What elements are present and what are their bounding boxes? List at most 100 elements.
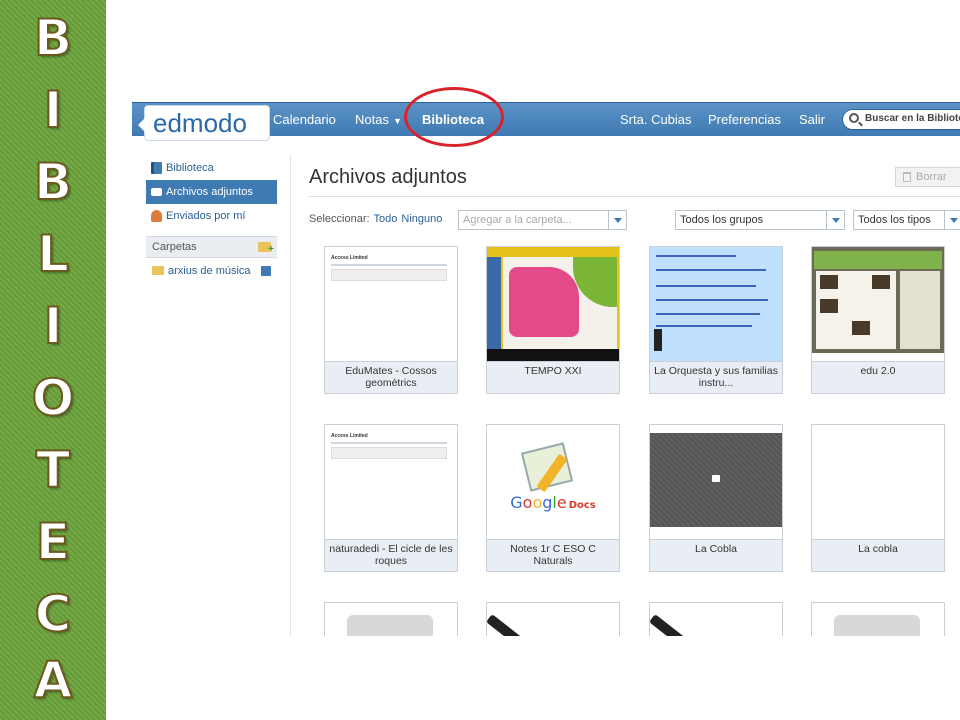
page-title: Archivos adjuntos — [309, 166, 467, 188]
search-input[interactable]: Buscar en la Biblioteca — [842, 109, 960, 130]
nav-preferencias[interactable]: Preferencias — [708, 112, 781, 127]
sidebar-item-label: Enviados por mí — [166, 210, 246, 222]
file-card[interactable]: Google Docs Notes 1r C ESO C Naturals — [486, 424, 620, 572]
banner-letter: I — [43, 297, 64, 355]
doc-line — [656, 255, 736, 257]
file-caption[interactable]: Notes 1r C ESO C Naturals — [487, 539, 619, 571]
groups-select-value: Todos los grupos — [680, 214, 764, 226]
figure-silhouette — [654, 329, 662, 351]
delete-label: Borrar — [916, 171, 947, 183]
file-card[interactable] — [649, 602, 783, 636]
file-card[interactable] — [811, 602, 945, 636]
folders-header-label: Carpetas — [152, 241, 197, 253]
file-thumbnail — [812, 425, 944, 539]
banner-letter: I — [43, 81, 64, 139]
file-caption[interactable]: edu 2.0 — [812, 361, 944, 393]
nav-notas[interactable]: Notas ▼ — [355, 112, 402, 127]
file-thumbnail: Access Limited — [325, 425, 457, 539]
select-all-link[interactable]: Todo — [374, 213, 398, 225]
delete-button[interactable]: Borrar — [895, 167, 960, 187]
file-thumbnail — [487, 247, 619, 361]
chevron-down-icon — [608, 211, 626, 229]
placeholder-image — [347, 615, 433, 636]
edmodo-logo[interactable]: edmodo — [138, 105, 270, 141]
add-to-folder-placeholder: Agregar a la carpeta... — [463, 214, 572, 226]
file-card[interactable]: TEMPO XXI — [486, 246, 620, 394]
edu-right-column — [900, 271, 940, 349]
slide: B I B L I O T E C A edmodo Calendario No… — [0, 0, 960, 720]
nav-salir[interactable]: Salir — [799, 112, 825, 127]
file-thumbnail: Access Limited — [325, 247, 457, 361]
sidebar: Biblioteca Archivos adjuntos Enviados po… — [146, 156, 277, 284]
docs-label: Docs — [568, 500, 596, 511]
orquesta-background — [650, 247, 782, 361]
user-icon — [151, 210, 162, 222]
edu-photo — [852, 321, 870, 335]
file-card[interactable]: La cobla — [811, 424, 945, 572]
folder-label: arxius de música — [168, 265, 251, 277]
file-card[interactable]: Access Limited naturadedi - El cicle de … — [324, 424, 458, 572]
groups-select[interactable]: Todos los grupos — [675, 210, 845, 230]
nav-calendario[interactable]: Calendario — [273, 112, 336, 127]
file-caption[interactable]: TEMPO XXI — [487, 361, 619, 393]
file-thumbnail — [812, 603, 944, 636]
nav-user[interactable]: Srta. Cubias — [620, 112, 692, 127]
select-none-link[interactable]: Ninguno — [401, 213, 442, 225]
doc-line — [656, 325, 752, 327]
sidebar-item-archivos-adjuntos[interactable]: Archivos adjuntos — [146, 180, 277, 204]
file-card[interactable] — [324, 602, 458, 636]
doc-line — [656, 269, 766, 271]
divider — [309, 196, 960, 197]
select-label: Seleccionar: — [309, 213, 370, 225]
add-folder-icon[interactable] — [258, 240, 274, 260]
file-thumbnail — [325, 603, 457, 636]
file-card[interactable]: Access Limited EduMates - Cossos geomètr… — [324, 246, 458, 394]
file-thumbnail — [487, 603, 619, 636]
doc-box — [331, 447, 447, 459]
banner-letter: T — [35, 441, 71, 499]
tempo-sidebar — [487, 257, 501, 349]
sidebar-item-enviados[interactable]: Enviados por mí — [146, 204, 277, 228]
file-caption[interactable]: La Orquesta y sus familias instru... — [650, 361, 782, 393]
edit-icon[interactable] — [261, 266, 271, 276]
search-icon — [849, 113, 859, 123]
file-caption[interactable]: La cobla — [812, 539, 944, 571]
edu-photo — [872, 275, 890, 289]
lock-icon — [712, 475, 720, 482]
tempo-bottom-bar — [487, 349, 619, 361]
main-content: Archivos adjuntos Borrar Seleccionar: Tod… — [290, 154, 960, 636]
top-navigation-bar: edmodo Calendario Notas ▼ Biblioteca Srta… — [132, 102, 960, 141]
file-card[interactable]: edu 2.0 — [811, 246, 945, 394]
chevron-down-icon — [944, 211, 960, 229]
trash-icon — [903, 172, 911, 182]
logo-text: edmodo — [153, 108, 247, 138]
chevron-down-icon: ▼ — [392, 116, 402, 126]
google-docs-thumbnail: Google Docs — [487, 425, 619, 539]
edmodo-screenshot: edmodo Calendario Notas ▼ Biblioteca Srta… — [132, 102, 960, 636]
banner-letter: E — [35, 513, 71, 571]
file-caption[interactable]: EduMates - Cossos geomètrics — [325, 361, 457, 393]
file-caption[interactable]: La Cobla — [650, 539, 782, 571]
types-select[interactable]: Todos los tipos — [853, 210, 960, 230]
baton-image — [487, 614, 535, 636]
nav-notas-label: Notas — [355, 112, 389, 127]
edu-photo — [820, 275, 838, 289]
file-caption[interactable]: naturadedi - El cicle de les roques — [325, 539, 457, 571]
file-card[interactable]: La Cobla — [649, 424, 783, 572]
file-card[interactable] — [486, 602, 620, 636]
google-docs-logo: Google Docs — [510, 493, 596, 512]
banner-letter: O — [31, 369, 76, 427]
folder-item[interactable]: arxius de música — [146, 258, 277, 284]
edu-header — [814, 251, 942, 269]
logo-notch — [138, 118, 145, 132]
thumb-title: Access Limited — [331, 255, 368, 261]
add-to-folder-select[interactable]: Agregar a la carpeta... — [458, 210, 627, 230]
file-thumbnail — [650, 603, 782, 636]
sidebar-item-biblioteca[interactable]: Biblioteca — [146, 156, 277, 180]
file-thumbnail — [650, 425, 782, 539]
doc-line — [331, 442, 447, 444]
book-icon — [151, 162, 162, 174]
banner-letter: L — [36, 225, 70, 283]
chevron-down-icon — [826, 211, 844, 229]
file-card[interactable]: La Orquesta y sus familias instru... — [649, 246, 783, 394]
